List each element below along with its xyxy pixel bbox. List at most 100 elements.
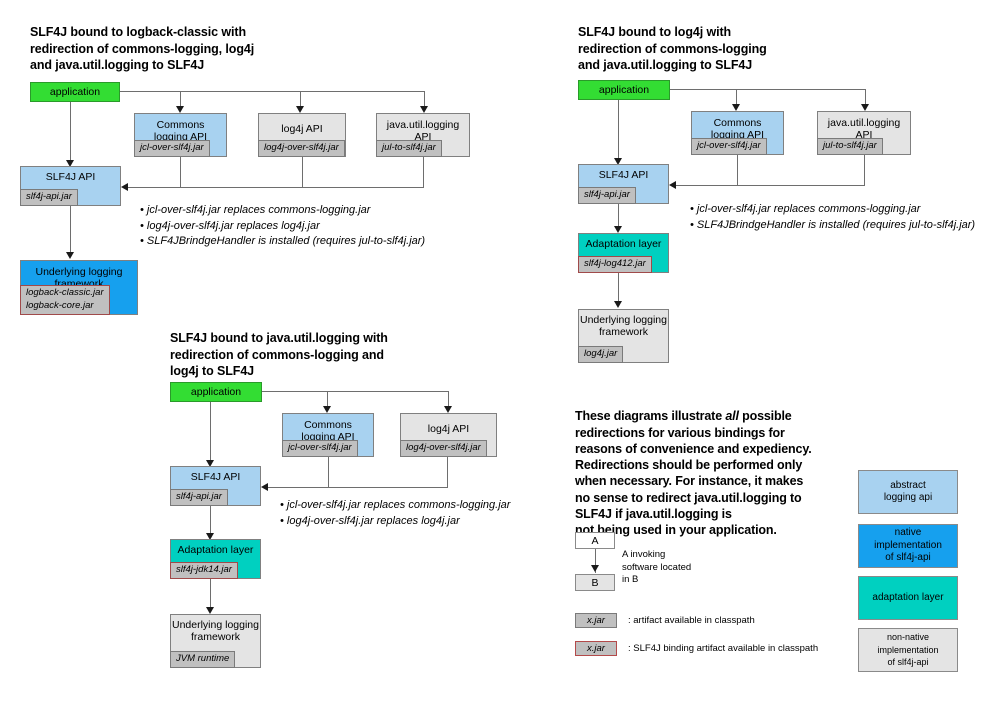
node-label: SLF4J API bbox=[45, 171, 96, 183]
arrow-to-underlying-2-icon bbox=[613, 301, 622, 308]
jar-chip: jul-to-slf4j.jar bbox=[376, 140, 442, 157]
legend-color-label: non-native implementation of slf4j-api bbox=[877, 632, 939, 668]
jar-chip: jul-to-slf4j.jar bbox=[817, 138, 883, 155]
node-slf4j-api-logback: SLF4J API slf4j-api.jar bbox=[20, 166, 121, 206]
node-underlying-framework-log4j: Underlying logging framework log4j.jar bbox=[578, 309, 669, 363]
arrow-to-commons-3-icon bbox=[322, 406, 331, 413]
node-label: Adaptation layer bbox=[585, 238, 662, 250]
diagram-logback-title: SLF4J bound to logback-classic with redi… bbox=[30, 25, 255, 72]
jar-chip: slf4j-log412.jar bbox=[578, 256, 652, 273]
node-commons-logging-api-log4j: Commons logging API jcl-over-slf4j.jar bbox=[691, 111, 784, 155]
jar-chip: slf4j-api.jar bbox=[170, 489, 228, 506]
explanatory-note: These diagrams illustrate all possible r… bbox=[575, 392, 865, 539]
legend-artifact-caption: : artifact available in classpath bbox=[628, 615, 755, 626]
legend-artifact-chip-label: x.jar bbox=[587, 615, 605, 626]
bullet-item: • jcl-over-slf4j.jar replaces commons-lo… bbox=[140, 204, 371, 216]
bullets-log4j: • jcl-over-slf4j.jar replaces commons-lo… bbox=[690, 202, 975, 233]
connector-apis-to-slf4japi-3 bbox=[268, 487, 448, 488]
connector-adaptation-to-underlying-2 bbox=[618, 273, 619, 303]
arrow-to-commons-icon bbox=[175, 106, 184, 113]
bullets-jul: • jcl-over-slf4j.jar replaces commons-lo… bbox=[280, 498, 510, 529]
note-text-after: possible redirections for various bindin… bbox=[575, 409, 812, 538]
connector-jul-down-2 bbox=[864, 155, 865, 185]
node-label: Commons logging API bbox=[301, 419, 355, 443]
connector-app-to-slf4japi bbox=[70, 102, 71, 162]
node-label: Commons logging API bbox=[710, 117, 765, 141]
node-label: Underlying logging framework bbox=[172, 619, 259, 643]
node-commons-logging-api-logback: Commons logging API jcl-over-slf4j.jar bbox=[134, 113, 227, 157]
connector-app-bus-3 bbox=[262, 391, 449, 392]
arrow-to-log4j-3-icon bbox=[443, 406, 452, 413]
node-adaptation-layer-jul: Adaptation layer slf4j-jdk14.jar bbox=[170, 539, 261, 579]
connector-commons-down bbox=[180, 157, 181, 187]
connector-slf4japi-to-underlying bbox=[70, 206, 71, 254]
legend-color-label: abstract logging api bbox=[883, 479, 933, 504]
node-underlying-framework-logback: Underlying logging framework logback-cla… bbox=[20, 260, 138, 315]
connector-log4j-down bbox=[302, 157, 303, 187]
jar-chip: slf4j-jdk14.jar bbox=[170, 562, 238, 579]
bullets-logback: • jcl-over-slf4j.jar replaces commons-lo… bbox=[140, 203, 425, 250]
jar-chip: logback-classic.jar logback-core.jar bbox=[20, 285, 110, 315]
node-label: Adaptation layer bbox=[177, 544, 254, 556]
connector-app-bus bbox=[120, 91, 425, 92]
arrow-legend-a-to-b-icon bbox=[590, 565, 599, 572]
connector-adaptation-to-underlying-3 bbox=[210, 579, 211, 609]
legend-color-non-native-impl: non-native implementation of slf4j-api bbox=[858, 628, 958, 672]
arrow-to-jul-2-icon bbox=[860, 104, 869, 111]
node-label: application bbox=[598, 84, 650, 96]
jar-chip: jcl-over-slf4j.jar bbox=[282, 440, 358, 457]
connector-apis-to-slf4japi-2 bbox=[676, 185, 865, 186]
legend-box-b-label: B bbox=[591, 576, 599, 589]
jar-chip: slf4j-api.jar bbox=[20, 189, 78, 206]
diagram-jul-title: SLF4J bound to java.util.logging with re… bbox=[170, 331, 388, 378]
node-log4j-api-logback: log4j API log4j-over-slf4j.jar bbox=[258, 113, 346, 157]
legend-color-label: adaptation layer bbox=[872, 591, 944, 603]
arrow-into-slf4japi-2-icon bbox=[669, 180, 676, 189]
legend-box-b: B bbox=[575, 574, 615, 591]
arrow-into-slf4japi-icon bbox=[121, 182, 128, 191]
legend-color-label: native implementation of slf4j-api bbox=[874, 527, 942, 564]
jar-chip: log4j-over-slf4j.jar bbox=[400, 440, 487, 457]
jar-chip: slf4j-api.jar bbox=[578, 187, 636, 204]
connector-jul-down bbox=[423, 157, 424, 187]
arrow-to-adaptation-2-icon bbox=[613, 226, 622, 233]
arrow-to-commons-2-icon bbox=[731, 104, 740, 111]
bullet-item: • SLF4JBrindgeHandler is installed (requ… bbox=[690, 218, 976, 231]
legend-artifact-chip: x.jar bbox=[575, 613, 617, 628]
legend-binding-artifact-chip: x.jar bbox=[575, 641, 617, 656]
bullet-item: • jcl-over-slf4j.jar replaces commons-lo… bbox=[690, 203, 921, 215]
diagram-log4j-title: SLF4J bound to log4j with redirection of… bbox=[578, 25, 767, 72]
node-slf4j-api-jul: SLF4J API slf4j-api.jar bbox=[170, 466, 261, 506]
connector-app-to-slf4japi-3 bbox=[210, 402, 211, 462]
node-label: java.util.logging API bbox=[827, 117, 901, 141]
node-underlying-framework-jul: Underlying logging framework JVM runtime bbox=[170, 614, 261, 668]
node-label: application bbox=[49, 86, 101, 98]
legend-invocation-caption: A invoking software located in B bbox=[622, 549, 692, 585]
arrow-to-underlying-3-icon bbox=[205, 607, 214, 614]
legend-color-native-impl: native implementation of slf4j-api bbox=[858, 524, 958, 568]
connector-app-bus-2 bbox=[670, 89, 866, 90]
connector-commons-down-3 bbox=[328, 457, 329, 487]
legend-box-a: A bbox=[575, 532, 615, 549]
connector-app-to-slf4japi-2 bbox=[618, 100, 619, 160]
node-jul-api-logback: java.util.logging API jul-to-slf4j.jar bbox=[376, 113, 470, 157]
jar-chip: jcl-over-slf4j.jar bbox=[691, 138, 767, 155]
connector-log4j-down-3 bbox=[447, 457, 448, 487]
bullet-item: • SLF4JBrindgeHandler is installed (requ… bbox=[140, 235, 426, 247]
node-application-log4j: application bbox=[578, 80, 670, 100]
node-commons-logging-api-jul: Commons logging API jcl-over-slf4j.jar bbox=[282, 413, 374, 457]
arrow-to-underlying-icon bbox=[65, 252, 74, 259]
legend-color-abstract-api: abstract logging api bbox=[858, 470, 958, 514]
jar-chip: jcl-over-slf4j.jar bbox=[134, 140, 210, 157]
bullet-item: • log4j-over-slf4j.jar replaces log4j.ja… bbox=[140, 219, 320, 232]
legend-box-a-label: A bbox=[591, 534, 599, 547]
arrow-to-jul-icon bbox=[419, 106, 428, 113]
jar-chip: JVM runtime bbox=[170, 651, 236, 668]
note-text-before: These diagrams illustrate bbox=[575, 409, 726, 424]
node-label: application bbox=[190, 386, 242, 398]
connector-commons-down-2 bbox=[737, 155, 738, 185]
node-label: SLF4J API bbox=[598, 169, 649, 181]
node-slf4j-api-log4j: SLF4J API slf4j-api.jar bbox=[578, 164, 669, 204]
jar-chip: log4j.jar bbox=[578, 346, 624, 363]
node-jul-api-log4j: java.util.logging API jul-to-slf4j.jar bbox=[817, 111, 911, 155]
